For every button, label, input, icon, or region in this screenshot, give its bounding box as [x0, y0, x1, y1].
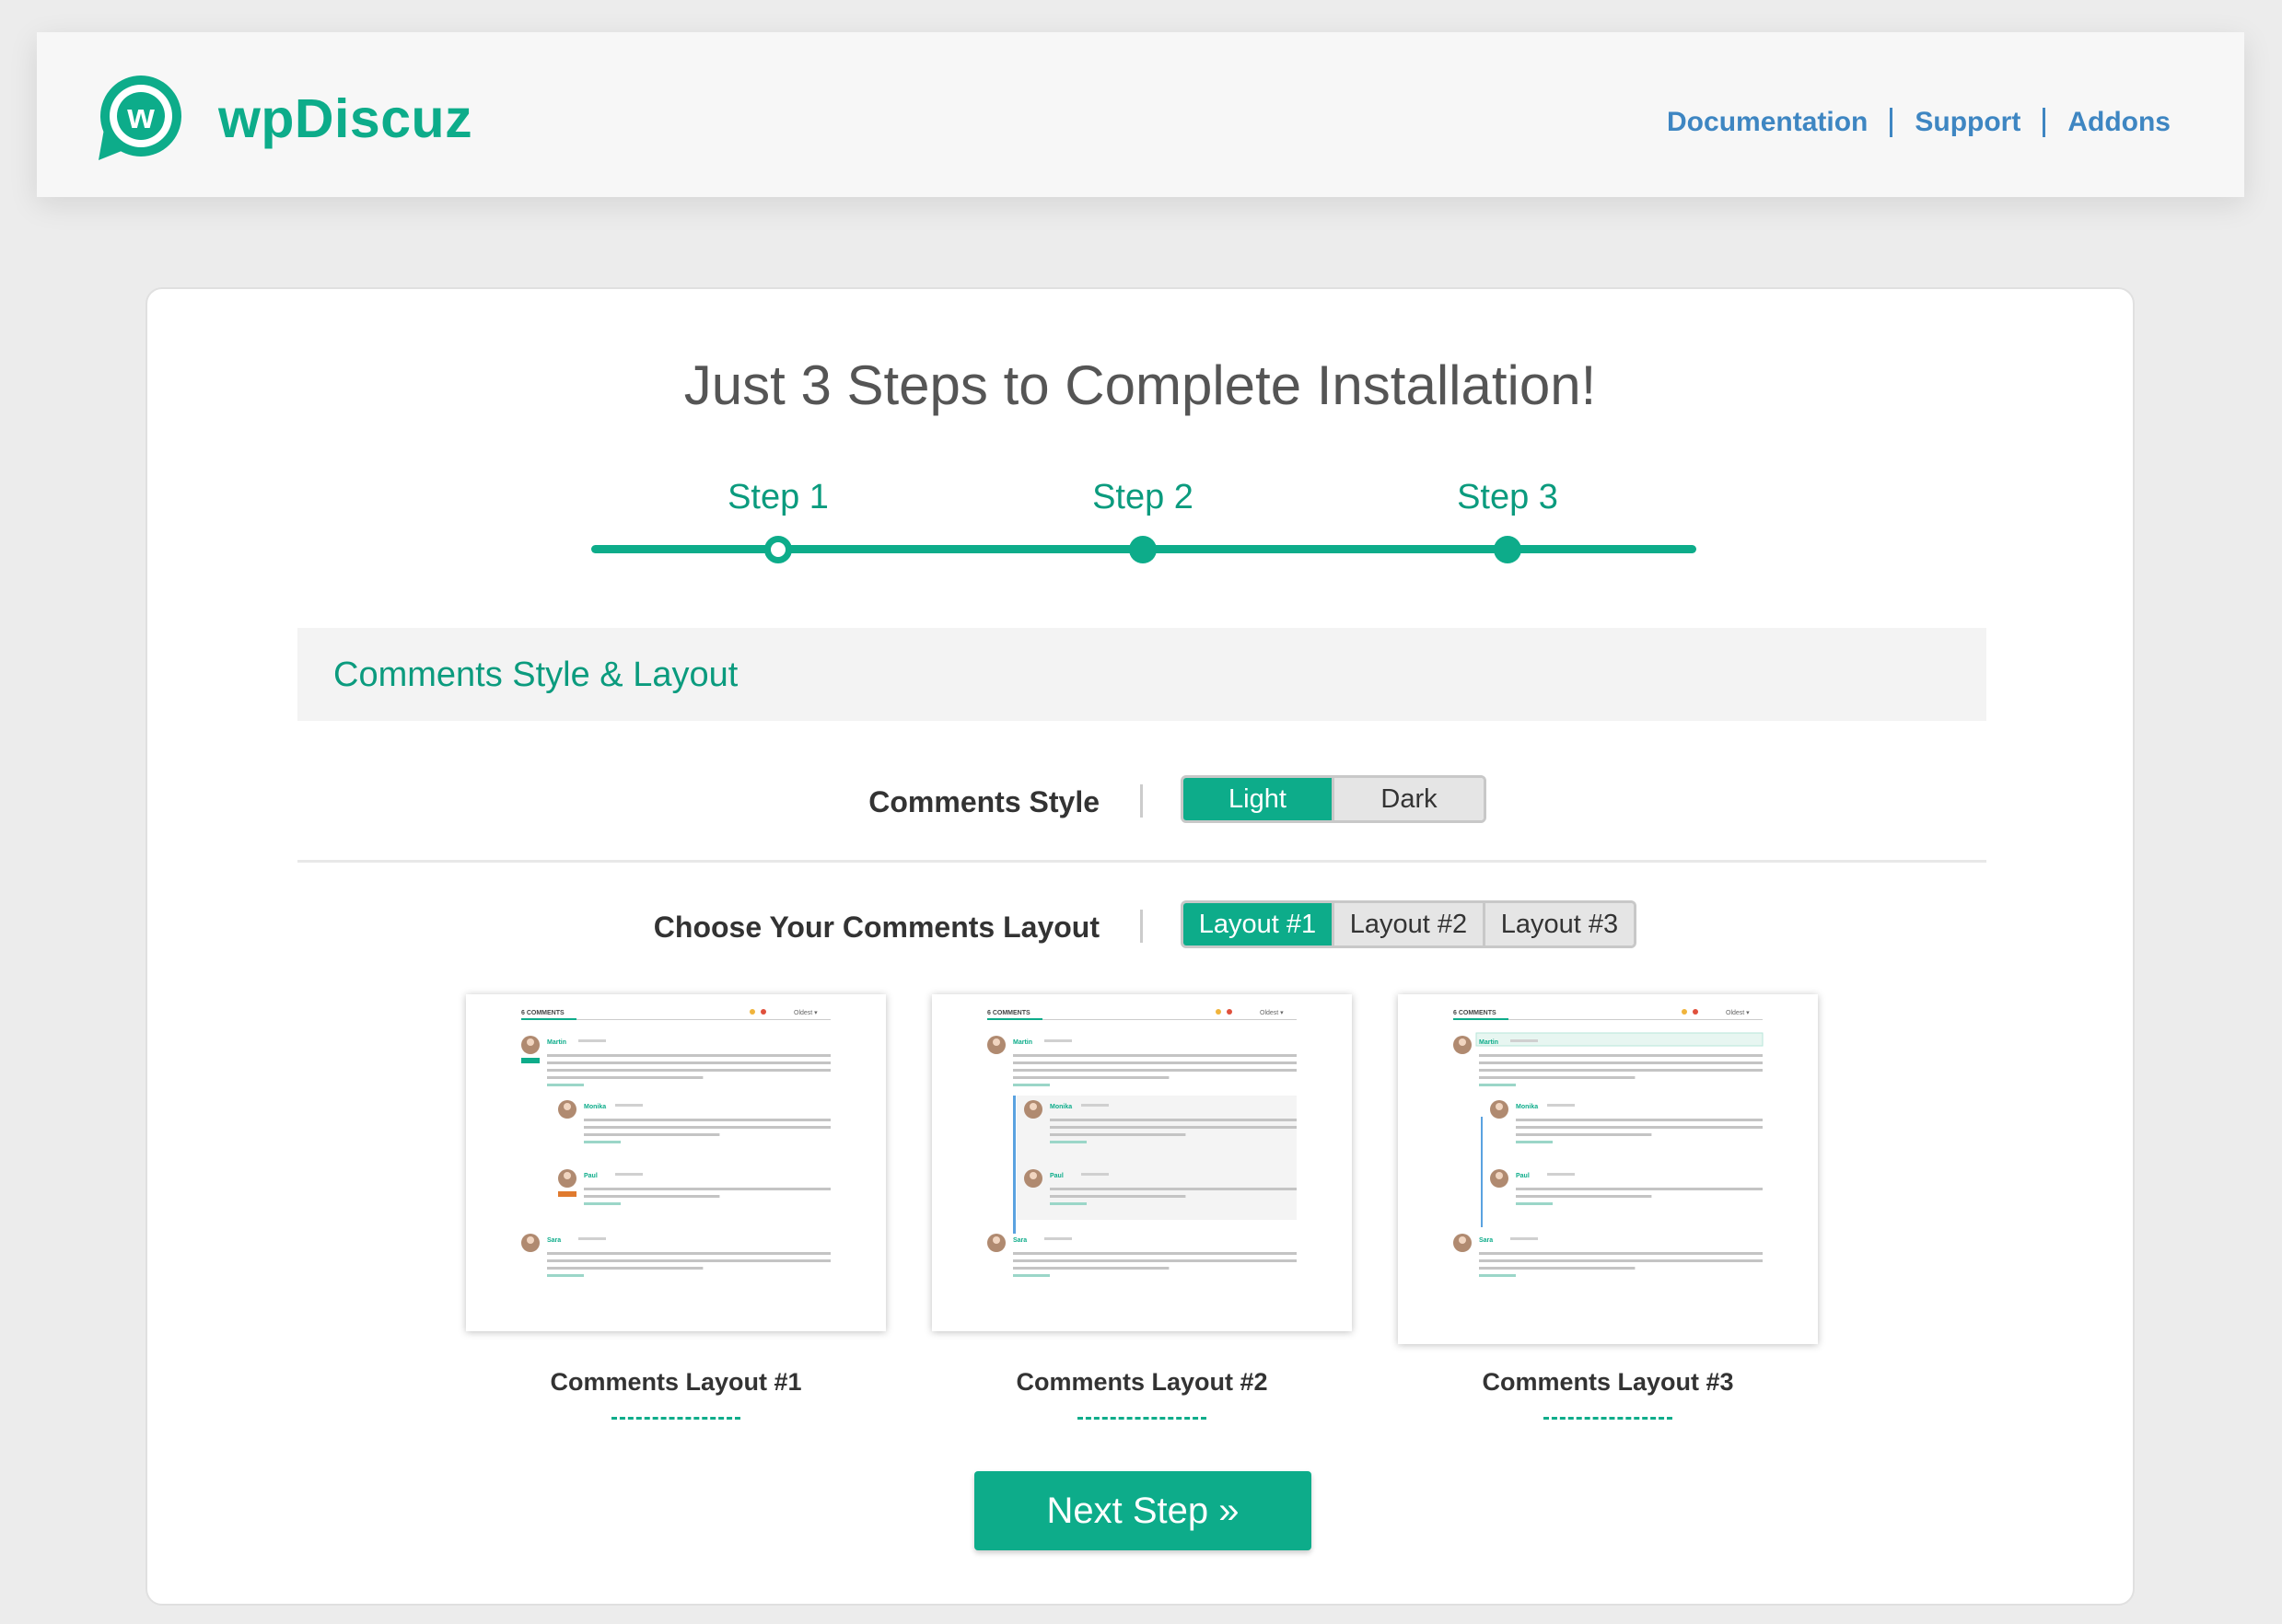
svg-text:Paul: Paul — [1050, 1173, 1064, 1179]
top-nav: Documentation Support Addons — [1645, 108, 2171, 137]
comments-style-label: Comments Style — [868, 785, 1100, 818]
svg-text:6 COMMENTS: 6 COMMENTS — [521, 1010, 565, 1016]
step-2-dot[interactable] — [1129, 536, 1157, 563]
layout-3-preview[interactable]: 6 COMMENTS Oldest ▾ Martin Monika Paul Sara — [1398, 994, 1818, 1344]
svg-text:6 COMMENTS: 6 COMMENTS — [987, 1010, 1030, 1016]
support-link[interactable]: Support — [1890, 108, 2043, 137]
addons-link[interactable]: Addons — [2043, 108, 2171, 137]
section-title: Comments Style & Layout — [333, 655, 739, 694]
svg-text:Monika: Monika — [1516, 1104, 1538, 1110]
comments-layout-toggle: Layout #1 Layout #2 Layout #3 — [1181, 900, 1636, 948]
layout-preview-drawing: 6 COMMENTS Oldest ▾ Martin Monika Paul Sara — [521, 1009, 831, 1277]
layout-3-title: Comments Layout #3 — [1482, 1368, 1734, 1396]
svg-text:6 COMMENTS: 6 COMMENTS — [1453, 1010, 1496, 1016]
logo-letter: w — [126, 98, 155, 136]
layout-preview-drawing: 6 COMMENTS Oldest ▾ Martin Monika Paul Sara — [987, 1009, 1297, 1277]
documentation-link[interactable]: Documentation — [1645, 108, 1890, 137]
svg-text:Paul: Paul — [1516, 1173, 1530, 1179]
label-separator — [1140, 784, 1143, 818]
svg-text:Oldest ▾: Oldest ▾ — [1260, 1010, 1284, 1016]
layout-2-preview[interactable]: 6 COMMENTS Oldest ▾ Martin Monika Paul Sara — [932, 994, 1352, 1331]
svg-text:Oldest ▾: Oldest ▾ — [794, 1010, 818, 1016]
layout-1-title: Comments Layout #1 — [550, 1368, 802, 1396]
style-light-button[interactable]: Light — [1183, 778, 1332, 820]
layout-1-button[interactable]: Layout #1 — [1183, 903, 1332, 945]
layout-1-underline — [611, 1417, 740, 1420]
wpdiscuz-logo-icon: w — [99, 75, 181, 160]
layout-3-underline — [1543, 1417, 1672, 1420]
svg-text:Monika: Monika — [584, 1104, 606, 1110]
logo-text: wpDiscuz — [218, 88, 473, 149]
svg-text:Paul: Paul — [584, 1173, 598, 1179]
svg-text:Sara: Sara — [547, 1237, 561, 1244]
svg-text:Monika: Monika — [1050, 1104, 1072, 1110]
comments-layout-label: Choose Your Comments Layout — [653, 911, 1100, 944]
step-3-label[interactable]: Step 3 — [1415, 478, 1600, 517]
svg-text:Sara: Sara — [1479, 1237, 1493, 1244]
next-step-button[interactable]: Next Step » — [974, 1471, 1311, 1550]
step-1-label[interactable]: Step 1 — [686, 478, 870, 517]
layout-2-underline — [1077, 1417, 1206, 1420]
setup-wizard-card: Just 3 Steps to Complete Installation! S… — [146, 287, 2135, 1606]
svg-text:Sara: Sara — [1013, 1237, 1027, 1244]
step-3-dot[interactable] — [1494, 536, 1521, 563]
svg-text:Martin: Martin — [547, 1039, 566, 1046]
layout-preview-drawing: 6 COMMENTS Oldest ▾ Martin Monika Paul Sara — [1453, 1009, 1764, 1277]
layout-2-title: Comments Layout #2 — [1016, 1368, 1268, 1396]
svg-text:Martin: Martin — [1479, 1039, 1498, 1046]
comments-style-toggle: Light Dark — [1181, 775, 1486, 823]
top-header: w wpDiscuz Documentation Support Addons — [37, 32, 2244, 197]
page-title: Just 3 Steps to Complete Installation! — [683, 354, 1597, 416]
label-separator — [1140, 910, 1143, 943]
step-1-dot[interactable] — [764, 536, 792, 563]
layout-1-preview[interactable]: 6 COMMENTS Oldest ▾ Martin Monika Paul Sara — [466, 994, 886, 1331]
section-header: Comments Style & Layout — [297, 628, 1986, 721]
style-dark-button[interactable]: Dark — [1332, 778, 1484, 820]
layout-3-button[interactable]: Layout #3 — [1483, 903, 1634, 945]
svg-text:Martin: Martin — [1013, 1039, 1032, 1046]
row-divider — [297, 860, 1986, 863]
svg-text:Oldest ▾: Oldest ▾ — [1726, 1010, 1750, 1016]
step-2-label[interactable]: Step 2 — [1051, 478, 1235, 517]
layout-2-button[interactable]: Layout #2 — [1332, 903, 1483, 945]
